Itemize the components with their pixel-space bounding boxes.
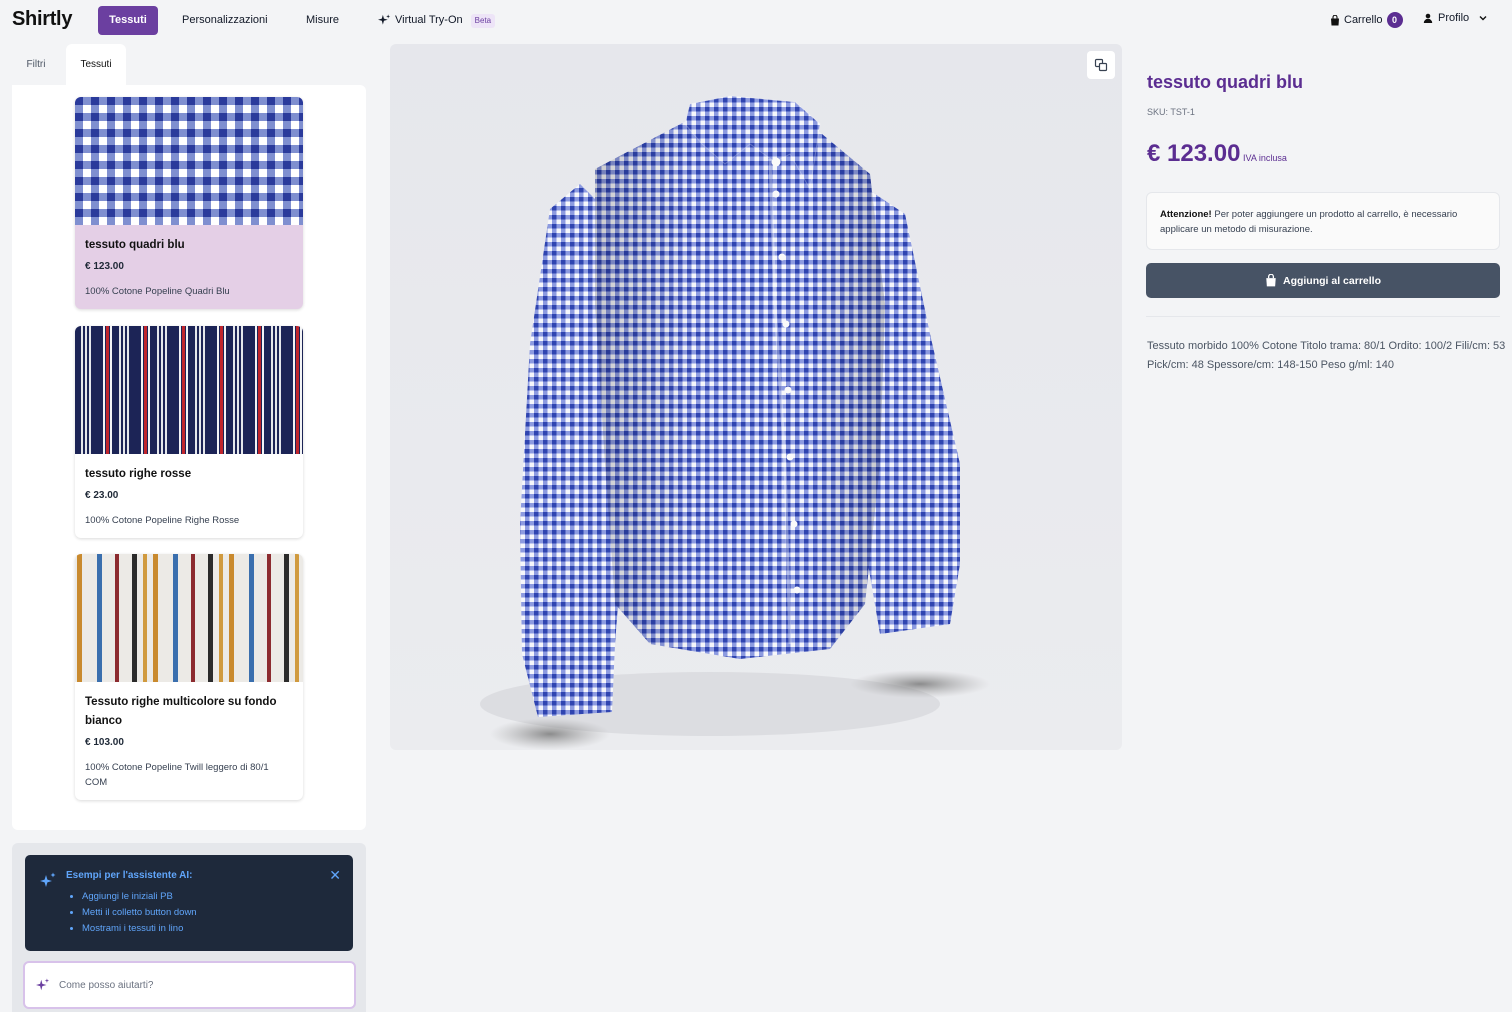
fabric-name: tessuto righe rosse bbox=[85, 468, 192, 480]
bag-icon bbox=[1266, 274, 1276, 287]
fabric-swatch-righe-rosse bbox=[75, 326, 303, 454]
fabric-name: Tessuto righe multicolore su fondo bianc… bbox=[85, 696, 277, 727]
ai-chat-input[interactable] bbox=[59, 979, 319, 991]
fabric-swatch-quadri-blu bbox=[75, 97, 303, 225]
user-icon bbox=[1423, 13, 1433, 23]
fabric-name: tessuto quadri blu bbox=[85, 239, 185, 251]
ai-examples-title: Esempi per l'assistente AI: bbox=[66, 870, 193, 881]
nav-virtual-try-on-label: Virtual Try-On bbox=[395, 14, 463, 26]
bag-icon bbox=[1331, 14, 1339, 25]
fabric-card[interactable]: tessuto quadri blu € 123.00 100% Cotone … bbox=[75, 97, 303, 309]
fabric-price: € 123.00 bbox=[85, 261, 124, 272]
fabric-desc: 100% Cotone Popeline Righe Rosse bbox=[85, 515, 240, 526]
fabric-desc: 100% Cotone Popeline Twill leggero di 80… bbox=[85, 762, 269, 788]
copy-icon bbox=[1094, 58, 1108, 72]
brand-logo[interactable]: Shirtly bbox=[12, 8, 72, 31]
nav-tessuti[interactable]: Tessuti bbox=[98, 6, 158, 35]
toggle-view-button[interactable] bbox=[1087, 51, 1115, 79]
cart-count-badge: 0 bbox=[1386, 12, 1403, 28]
ai-example-item[interactable]: Metti il colletto button down bbox=[82, 905, 197, 921]
measurement-alert: Attenzione! Per poter aggiungere un prod… bbox=[1146, 192, 1500, 250]
vat-note: IVA inclusa bbox=[1243, 153, 1287, 163]
fabric-card[interactable]: tessuto righe rosse € 23.00 100% Cotone … bbox=[75, 326, 303, 538]
sparkle-icon bbox=[36, 978, 50, 991]
product-sku: SKU: TST-1 bbox=[1147, 107, 1195, 117]
add-to-cart-button[interactable]: Aggiungi al carrello bbox=[1146, 263, 1500, 298]
ai-examples-list: Aggiungi le iniziali PB Metti il collett… bbox=[82, 889, 197, 937]
top-navbar: Shirtly Tessuti Personalizzazioni Misure… bbox=[0, 0, 1512, 42]
tab-tessuti[interactable]: Tessuti bbox=[66, 44, 126, 85]
product-description: Tessuto morbido 100% Cotone Titolo trama… bbox=[1147, 340, 1506, 371]
fabric-price: € 103.00 bbox=[85, 737, 124, 748]
fabric-desc: 100% Cotone Popeline Quadri Blu bbox=[85, 286, 230, 297]
beta-badge: Beta bbox=[470, 13, 496, 28]
sparkle-icon bbox=[40, 872, 56, 887]
shirt-image bbox=[480, 95, 990, 750]
ai-chat-input-wrapper bbox=[23, 961, 356, 1009]
nav-virtual-try-on[interactable]: Virtual Try-On Beta bbox=[366, 6, 507, 35]
nav-misure[interactable]: Misure bbox=[294, 6, 351, 35]
profile-label: Profilo bbox=[1438, 12, 1470, 24]
fabric-list-panel: tessuto quadri blu € 123.00 100% Cotone … bbox=[12, 85, 366, 830]
shirt-3d-viewer[interactable] bbox=[390, 44, 1122, 750]
close-icon[interactable]: ✕ bbox=[329, 867, 341, 884]
product-price: € 123.00 bbox=[1147, 140, 1241, 167]
fabric-swatch-multicolore bbox=[75, 554, 303, 682]
alert-heading: Attenzione! bbox=[1160, 209, 1212, 220]
sparkle-icon bbox=[378, 14, 391, 25]
cart-label: Carrello bbox=[1344, 14, 1383, 26]
fabric-card[interactable]: Tessuto righe multicolore su fondo bianc… bbox=[75, 554, 303, 800]
ai-examples-box: Esempi per l'assistente AI: ✕ Aggiungi l… bbox=[25, 855, 353, 951]
ai-example-item[interactable]: Mostrami i tessuti in lino bbox=[82, 921, 197, 937]
profile-menu[interactable]: Profilo bbox=[1423, 12, 1488, 24]
divider bbox=[1146, 316, 1500, 317]
tab-filtri[interactable]: Filtri bbox=[14, 44, 58, 85]
fabric-price: € 23.00 bbox=[85, 490, 119, 501]
nav-personalizzazioni[interactable]: Personalizzazioni bbox=[170, 6, 280, 35]
ai-example-item[interactable]: Aggiungi le iniziali PB bbox=[82, 889, 197, 905]
chevron-down-icon bbox=[1479, 16, 1487, 21]
cart-button[interactable]: Carrello 0 bbox=[1330, 12, 1403, 28]
product-title: tessuto quadri blu bbox=[1147, 72, 1304, 92]
add-to-cart-label: Aggiungi al carrello bbox=[1282, 274, 1382, 287]
